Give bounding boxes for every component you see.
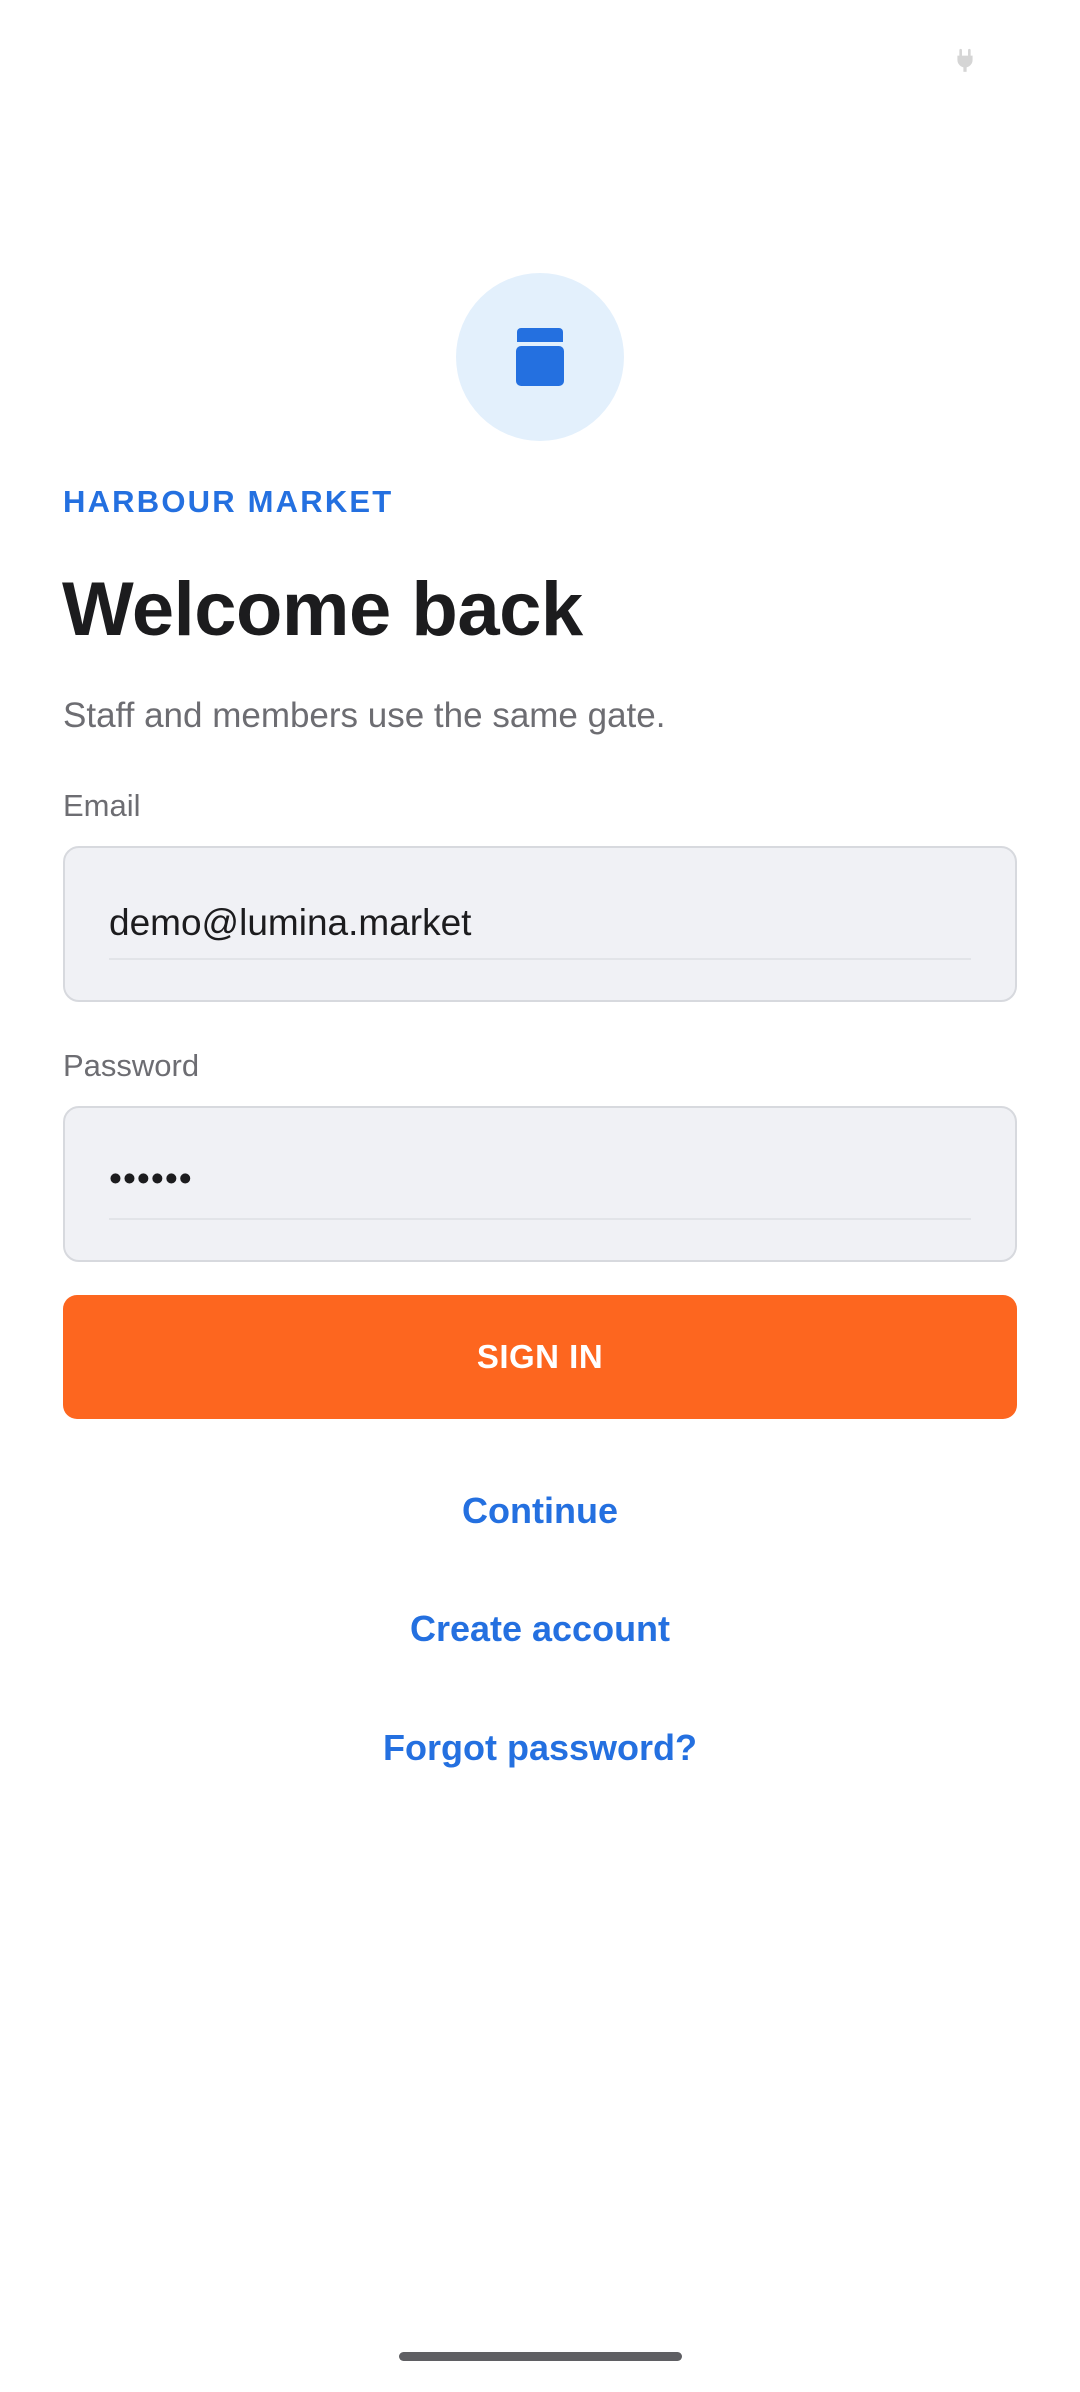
page-title: Welcome back <box>62 567 583 652</box>
create-account-link[interactable]: Create account <box>0 1608 1080 1650</box>
brand-name: HARBOUR MARKET <box>63 484 394 519</box>
sign-in-button[interactable]: SIGN IN <box>63 1295 1017 1419</box>
email-value: demo@lumina.market <box>109 902 472 943</box>
store-icon <box>516 328 564 386</box>
plug-icon <box>957 48 973 72</box>
email-underline <box>109 958 971 960</box>
continue-link[interactable]: Continue <box>0 1490 1080 1532</box>
password-field[interactable]: •••••• <box>63 1106 1017 1262</box>
password-label: Password <box>63 1048 200 1083</box>
login-screen: HARBOUR MARKET Welcome back Staff and me… <box>0 0 1080 2392</box>
email-label: Email <box>63 788 141 823</box>
email-field[interactable]: demo@lumina.market <box>63 846 1017 1002</box>
forgot-password-link[interactable]: Forgot password? <box>0 1727 1080 1769</box>
page-subtitle: Staff and members use the same gate. <box>63 696 666 735</box>
password-underline <box>109 1218 971 1220</box>
home-indicator[interactable] <box>399 2352 682 2361</box>
logo-badge <box>456 273 624 441</box>
password-value: •••••• <box>109 1158 193 1199</box>
